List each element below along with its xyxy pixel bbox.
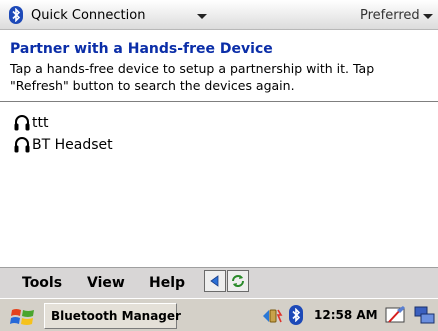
bluetooth-tray-icon[interactable] [289, 305, 303, 325]
menu-view[interactable]: View [87, 275, 125, 291]
windows-start-icon[interactable] [10, 306, 36, 328]
device-item-bt-headset[interactable]: BT Headset [13, 134, 113, 156]
device-list: ttt BT Headset [13, 112, 113, 156]
keyboard-icon[interactable] [414, 305, 436, 325]
device-name: ttt [32, 115, 49, 131]
device-name: BT Headset [32, 137, 113, 153]
chevron-down-icon[interactable] [423, 14, 433, 19]
taskbar-app-button[interactable]: Bluetooth Manager [44, 303, 181, 329]
refresh-icon [232, 275, 244, 287]
header-bar: Quick Connection Preferred [0, 0, 438, 30]
taskbar: Bluetooth Manager 12:58 AM [0, 298, 438, 331]
instructions-text: Tap a hands-free device to setup a partn… [10, 61, 375, 93]
back-button[interactable] [204, 270, 226, 292]
headset-icon [14, 115, 30, 131]
arrow-left-icon [210, 275, 219, 287]
chevron-down-icon[interactable] [197, 14, 207, 19]
bluetooth-icon [9, 6, 23, 24]
device-item-ttt[interactable]: ttt [13, 112, 113, 134]
headset-icon [14, 137, 30, 153]
input-pen-icon[interactable] [385, 305, 407, 325]
divider [0, 101, 438, 102]
menu-bar: Tools View Help [0, 267, 438, 298]
menu-tools[interactable]: Tools [22, 275, 62, 291]
page-title: Partner with a Hands-free Device [10, 41, 273, 57]
connectivity-icon[interactable] [260, 306, 284, 326]
clock[interactable]: 12:58 AM [314, 308, 378, 322]
refresh-button[interactable] [227, 270, 249, 292]
preferred-dropdown[interactable]: Preferred [360, 8, 420, 23]
menu-help[interactable]: Help [149, 275, 185, 291]
quick-connection-dropdown[interactable]: Quick Connection [31, 8, 145, 23]
